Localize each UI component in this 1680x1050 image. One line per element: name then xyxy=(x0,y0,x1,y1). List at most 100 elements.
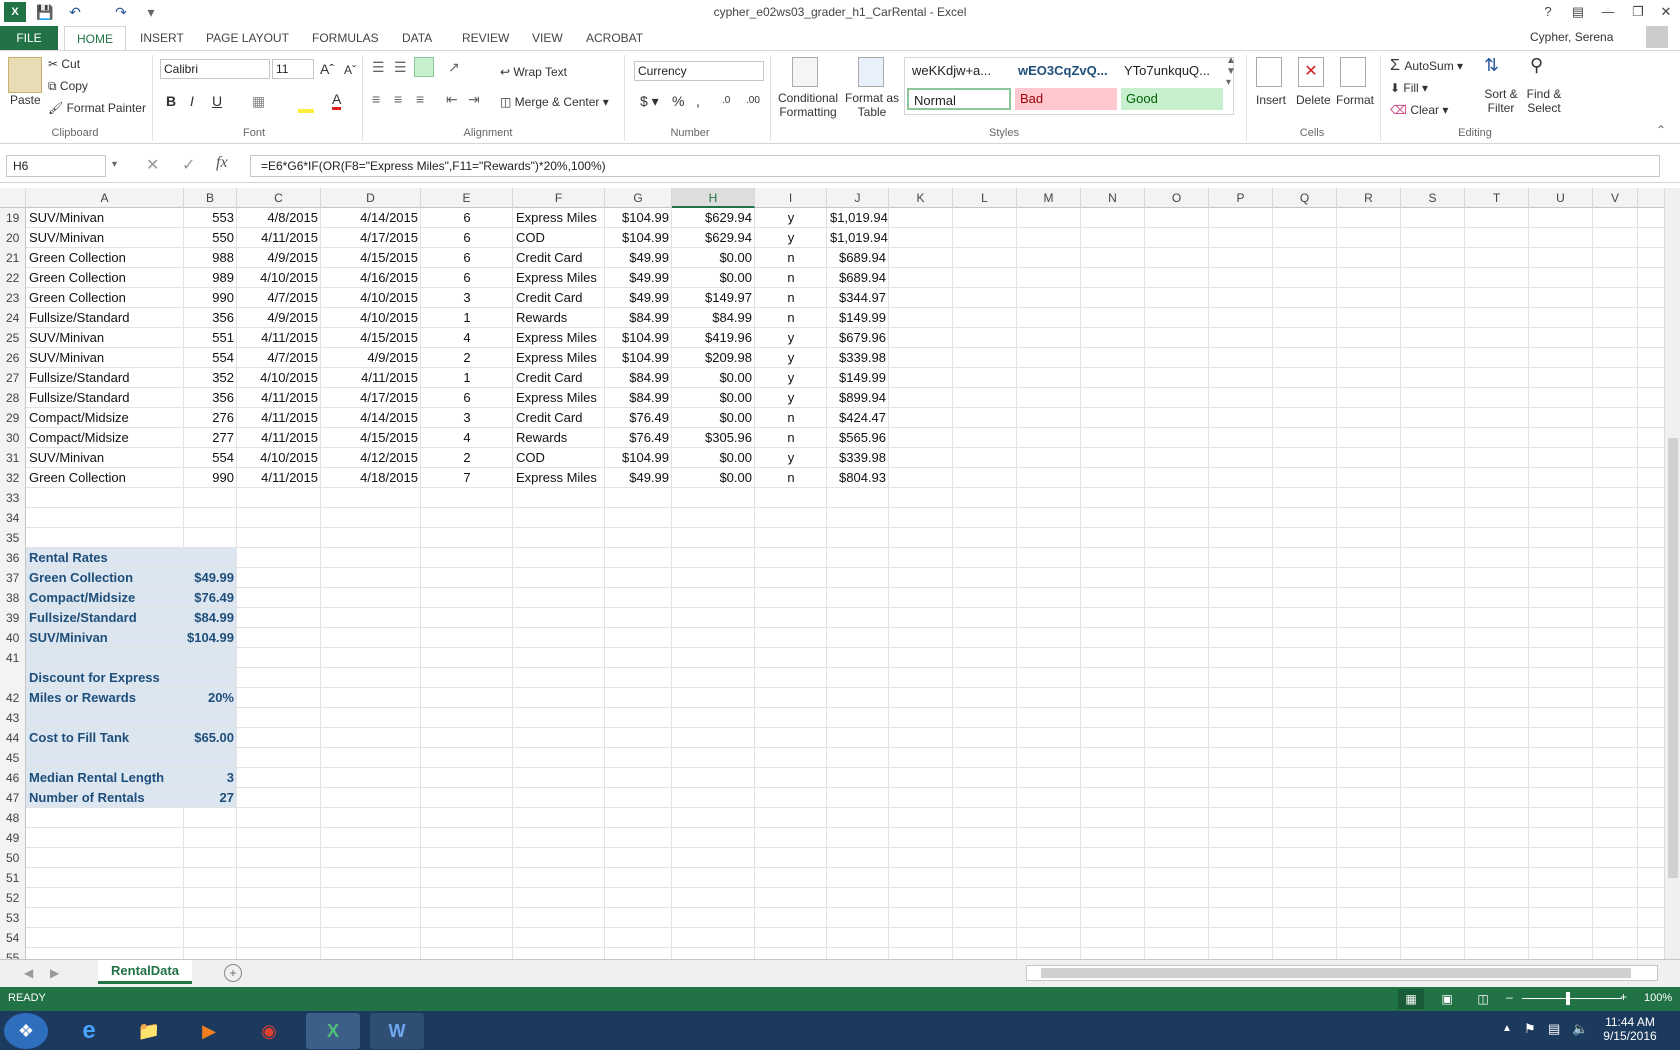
close-icon[interactable]: ✕ xyxy=(1652,2,1680,22)
fill-button[interactable]: ⬇ Fill ▾ xyxy=(1390,81,1428,95)
style-custom-3[interactable]: YTo7unkquQ... xyxy=(1119,60,1221,82)
conditional-formatting-button[interactable]: Conditional Formatting xyxy=(776,91,840,119)
cell-a[interactable]: Number of Rentals xyxy=(26,788,184,808)
cell-j[interactable]: $1,019.94 xyxy=(827,228,889,248)
row-header[interactable]: 36 xyxy=(0,548,26,568)
cell-g[interactable]: $104.99 xyxy=(605,208,672,228)
row-header[interactable]: 30 xyxy=(0,428,26,448)
insert-button[interactable]: Insert xyxy=(1256,93,1286,107)
cell-j[interactable]: $899.94 xyxy=(827,388,889,408)
scroll-thumb[interactable] xyxy=(1041,968,1631,978)
cell-c[interactable]: 4/11/2015 xyxy=(237,468,321,488)
style-bad[interactable]: Bad xyxy=(1015,88,1117,110)
cell-d[interactable]: 4/18/2015 xyxy=(321,468,421,488)
row-header[interactable]: 39 xyxy=(0,608,26,628)
row-header[interactable]: 22 xyxy=(0,268,26,288)
column-header-c[interactable]: C xyxy=(237,188,321,208)
cell-e[interactable]: 6 xyxy=(421,228,513,248)
column-header-f[interactable]: F xyxy=(513,188,605,208)
cell-b[interactable]: 990 xyxy=(184,468,237,488)
cell-g[interactable]: $104.99 xyxy=(605,348,672,368)
percent-icon[interactable]: % xyxy=(672,93,684,109)
cell-b[interactable]: $84.99 xyxy=(184,608,237,628)
row-header[interactable]: 45 xyxy=(0,748,26,768)
format-painter-button[interactable]: 🖌 Format Painter xyxy=(48,101,146,115)
cell-a[interactable]: Compact/Midsize xyxy=(26,588,184,608)
format-as-table-icon[interactable] xyxy=(858,57,884,87)
cell-j[interactable]: $804.93 xyxy=(827,468,889,488)
cell-a[interactable]: Miles or Rewards xyxy=(26,688,184,708)
cell-h[interactable]: $209.98 xyxy=(672,348,755,368)
cell-a[interactable]: SUV/Minivan xyxy=(26,448,184,468)
cell-a[interactable]: SUV/Minivan xyxy=(26,328,184,348)
cell-b[interactable]: 20% xyxy=(184,688,237,708)
cell-b[interactable]: 276 xyxy=(184,408,237,428)
row-header[interactable]: 33 xyxy=(0,488,26,508)
cell-b[interactable]: $65.00 xyxy=(184,728,237,748)
cell-b[interactable]: 27 xyxy=(184,788,237,808)
cell-h[interactable]: $0.00 xyxy=(672,388,755,408)
cell-e[interactable]: 2 xyxy=(421,348,513,368)
user-name[interactable]: Cypher, Serena xyxy=(1530,30,1613,44)
cell-g[interactable]: $76.49 xyxy=(605,408,672,428)
cell-c[interactable]: 4/10/2015 xyxy=(237,368,321,388)
row-header[interactable]: 48 xyxy=(0,808,26,828)
comma-icon[interactable]: , xyxy=(696,93,700,109)
row-header[interactable]: 41 xyxy=(0,648,26,668)
cell-h[interactable]: $629.94 xyxy=(672,228,755,248)
align-middle-icon[interactable]: ☰ xyxy=(394,59,407,76)
zoom-in-icon[interactable]: + xyxy=(1620,990,1627,1004)
cell-g[interactable]: $49.99 xyxy=(605,468,672,488)
cell-f[interactable]: COD xyxy=(513,448,605,468)
column-header-t[interactable]: T xyxy=(1465,188,1529,208)
page-break-view-icon[interactable]: ◫ xyxy=(1470,989,1496,1009)
row-header[interactable]: 24 xyxy=(0,308,26,328)
ribbon-display-icon[interactable]: ▤ xyxy=(1564,2,1592,22)
cell-b[interactable]: 554 xyxy=(184,348,237,368)
insert-function-icon[interactable]: fx xyxy=(216,154,228,172)
cell-h[interactable]: $84.99 xyxy=(672,308,755,328)
cell-i[interactable]: n xyxy=(755,408,827,428)
font-name-select[interactable]: Calibri xyxy=(160,59,270,79)
sort-filter-icon[interactable]: ⇅ xyxy=(1484,55,1499,76)
restore-icon[interactable]: ❐ xyxy=(1624,2,1652,22)
cell-c[interactable]: 4/11/2015 xyxy=(237,328,321,348)
network-icon[interactable]: ▤ xyxy=(1548,1021,1560,1037)
cell-c[interactable]: 4/9/2015 xyxy=(237,248,321,268)
row-header[interactable]: 51 xyxy=(0,868,26,888)
cell-b[interactable]: 554 xyxy=(184,448,237,468)
zoom-level[interactable]: 100% xyxy=(1644,992,1672,1004)
cell-e[interactable]: 3 xyxy=(421,288,513,308)
cell-g[interactable]: $49.99 xyxy=(605,248,672,268)
cell-e[interactable]: 6 xyxy=(421,388,513,408)
row-header[interactable]: 37 xyxy=(0,568,26,588)
cell-b[interactable]: $104.99 xyxy=(184,628,237,648)
cell-f[interactable]: Credit Card xyxy=(513,368,605,388)
binoculars-icon[interactable]: ⚲ xyxy=(1530,55,1543,76)
cell-b[interactable]: 3 xyxy=(184,768,237,788)
cell-f[interactable]: Express Miles xyxy=(513,268,605,288)
name-box[interactable]: H6 xyxy=(6,155,106,177)
row-header[interactable]: 28 xyxy=(0,388,26,408)
cell-a[interactable]: Median Rental Length xyxy=(26,768,184,788)
row-header[interactable]: 21 xyxy=(0,248,26,268)
cell-h[interactable]: $0.00 xyxy=(672,408,755,428)
find-select-button[interactable]: Find & Select xyxy=(1520,87,1568,115)
cell-h[interactable]: $305.96 xyxy=(672,428,755,448)
cell-e[interactable]: 4 xyxy=(421,328,513,348)
scroll-thumb[interactable] xyxy=(1668,438,1678,878)
cell-i[interactable]: y xyxy=(755,448,827,468)
cell-c[interactable]: 4/7/2015 xyxy=(237,288,321,308)
cell-b[interactable]: 277 xyxy=(184,428,237,448)
volume-icon[interactable]: 🔈 xyxy=(1572,1021,1588,1037)
cell-a[interactable]: Discount for Express xyxy=(26,668,184,688)
row-header[interactable]: 29 xyxy=(0,408,26,428)
cell-a[interactable]: Compact/Midsize xyxy=(26,408,184,428)
cell-d[interactable]: 4/12/2015 xyxy=(321,448,421,468)
row-header[interactable]: 52 xyxy=(0,888,26,908)
row-header[interactable]: 50 xyxy=(0,848,26,868)
underline-icon[interactable]: U xyxy=(212,93,222,109)
row-header[interactable]: 46 xyxy=(0,768,26,788)
insert-cells-icon[interactable] xyxy=(1256,57,1282,87)
cell-g[interactable]: $76.49 xyxy=(605,428,672,448)
